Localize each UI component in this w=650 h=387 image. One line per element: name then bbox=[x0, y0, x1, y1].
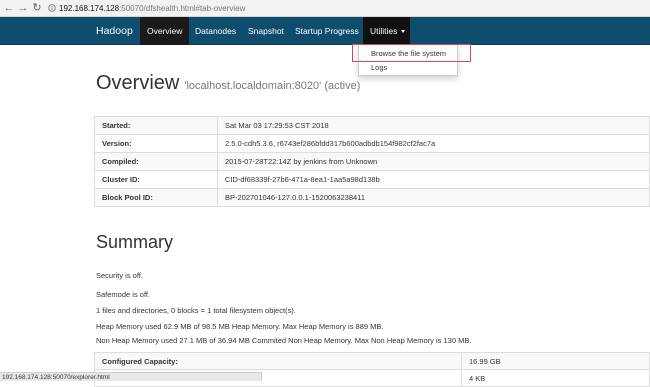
table-row: Started: Sat Mar 03 17:29:53 CST 2018 bbox=[94, 116, 650, 135]
table-row: Cluster ID: CID-df68339f-27b6-471a-8ea1-… bbox=[94, 170, 650, 189]
overview-info-table: Started: Sat Mar 03 17:29:53 CST 2018 Ve… bbox=[94, 116, 650, 207]
caret-down-icon bbox=[401, 30, 406, 33]
capacity-table: Configured Capacity: 16.99 GB 4 KB bbox=[94, 352, 650, 387]
row-value: 2015-07-28T22:14Z by jenkins from Unknow… bbox=[217, 152, 650, 171]
annotation-highlight-box bbox=[352, 44, 471, 62]
overview-heading: Overview 'localhost.localdomain:8020' (ac… bbox=[96, 72, 360, 95]
nav-startup-progress[interactable]: Startup Progress bbox=[288, 17, 366, 45]
address-bar[interactable]: 192.168.174.128:50070/dfshealth.html#tab… bbox=[48, 2, 644, 15]
row-key: Cluster ID: bbox=[94, 170, 218, 189]
url-path: :50070/dfshealth.html#tab-overview bbox=[119, 4, 246, 13]
forward-arrow-icon[interactable]: → bbox=[17, 1, 29, 15]
nav-datanodes[interactable]: Datanodes bbox=[188, 17, 243, 45]
row-key: Version: bbox=[94, 134, 218, 153]
top-navbar: Hadoop Overview Datanodes Snapshot Start… bbox=[0, 17, 650, 45]
table-row: Compiled: 2015-07-28T22:14Z by jenkins f… bbox=[94, 152, 650, 171]
summary-heap-memory: Heap Memory used 62.9 MB of 98.5 MB Heap… bbox=[96, 322, 384, 331]
row-key: Block Pool ID: bbox=[94, 188, 218, 207]
namenode-address: 'localhost.localdomain:8020' (active) bbox=[184, 80, 361, 92]
summary-filesystem-objects: 1 files and directories, 0 blocks = 1 to… bbox=[96, 306, 296, 315]
nav-utilities-label: Utilities bbox=[370, 26, 398, 36]
row-key: Started: bbox=[94, 116, 218, 135]
row-key: Compiled: bbox=[94, 152, 218, 171]
nav-snapshot[interactable]: Snapshot bbox=[241, 17, 291, 45]
url-host: 192.168.174.128 bbox=[59, 4, 120, 13]
summary-heading: Summary bbox=[96, 232, 174, 252]
link-status-bubble: 192.168.174.128:50070/explorer.html bbox=[0, 372, 262, 381]
row-value: CID-df68339f-27b6-471a-8ea1-1aa5a98d138b bbox=[217, 170, 650, 189]
overview-title: Overview bbox=[96, 72, 180, 94]
row-value: BP-202701046-127.0.0.1-1520063238411 bbox=[217, 188, 650, 207]
nav-utilities-dropdown[interactable]: Utilities bbox=[363, 17, 410, 45]
browser-toolbar: ← → ↻ 192.168.174.128:50070/dfshealth.ht… bbox=[0, 0, 650, 17]
row-value: Sat Mar 03 17:29:53 CST 2018 bbox=[217, 116, 650, 135]
table-row: Block Pool ID: BP-202701046-127.0.0.1-15… bbox=[94, 188, 650, 207]
reload-icon[interactable]: ↻ bbox=[31, 1, 43, 15]
row-value: 4 KB bbox=[461, 369, 650, 387]
row-value: 16.99 GB bbox=[461, 352, 650, 370]
page-info-icon[interactable] bbox=[48, 4, 56, 12]
hadoop-brand[interactable]: Hadoop bbox=[96, 17, 133, 45]
back-arrow-icon[interactable]: ← bbox=[3, 1, 15, 15]
nav-overview[interactable]: Overview bbox=[140, 17, 190, 45]
row-value: 2.5.0-cdh5.3.6, r6743ef286bfdd317b600adb… bbox=[217, 134, 650, 153]
menu-item-logs[interactable]: Logs bbox=[371, 63, 387, 72]
table-row: Configured Capacity: 16.99 GB bbox=[94, 352, 650, 370]
summary-security: Security is off. bbox=[96, 271, 143, 280]
summary-non-heap-memory: Non Heap Memory used 27.1 MB of 36.94 MB… bbox=[96, 336, 472, 345]
row-key: Configured Capacity: bbox=[94, 352, 462, 370]
summary-safemode: Safemode is off. bbox=[96, 290, 151, 299]
table-row: Version: 2.5.0-cdh5.3.6, r6743ef286bfdd3… bbox=[94, 134, 650, 153]
